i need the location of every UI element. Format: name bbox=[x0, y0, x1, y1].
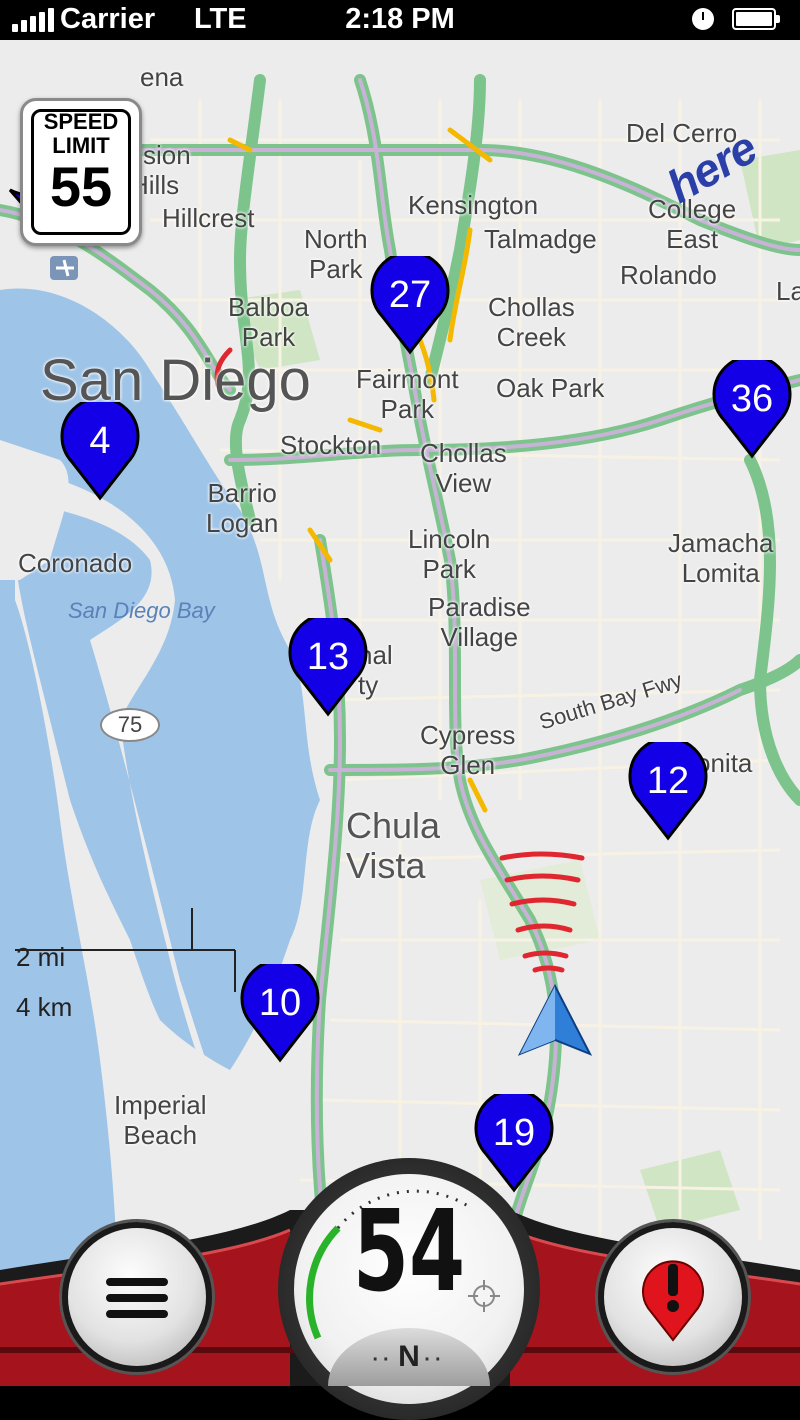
map-label-chula-vista: Chula Vista bbox=[346, 805, 441, 886]
scale-miles: 2 mi bbox=[16, 942, 66, 972]
map-label-barrio-logan: Barrio Logan bbox=[206, 478, 279, 538]
map-marker[interactable]: 27 bbox=[368, 256, 452, 356]
target-icon[interactable] bbox=[466, 1278, 502, 1314]
alert-icon bbox=[642, 1260, 704, 1342]
map-label-paradise-village: Paradise Village bbox=[428, 592, 531, 652]
map-label-cypress-glen: Cypress Glen bbox=[420, 720, 516, 780]
menu-button[interactable] bbox=[62, 1222, 212, 1372]
marker-number: 13 bbox=[306, 636, 350, 678]
heading-label: N bbox=[398, 1340, 420, 1373]
marker-number: 19 bbox=[492, 1112, 536, 1154]
map-label-north-park: North Park bbox=[304, 224, 368, 284]
map-label-kensington: Kensington bbox=[408, 190, 539, 220]
clock-icon bbox=[692, 8, 714, 30]
marker-number: 4 bbox=[89, 420, 111, 462]
speed-limit-line1: SPEED bbox=[43, 109, 119, 134]
map-label-stockton: Stockton bbox=[280, 430, 382, 460]
clock-time: 2:18 PM bbox=[345, 3, 455, 35]
map-marker[interactable]: 13 bbox=[286, 618, 370, 718]
map-label-balboa-park: Balboa Park bbox=[228, 292, 309, 352]
map-marker[interactable]: 12 bbox=[626, 742, 710, 842]
map-label-partial-right: La bbox=[776, 276, 800, 306]
map-label-jamacha-lomita: Jamacha Lomita bbox=[668, 528, 774, 588]
marker-number: 12 bbox=[646, 760, 690, 802]
airport-icon bbox=[50, 256, 78, 280]
map-label-hillcrest: Hillcrest bbox=[162, 203, 255, 233]
map-marker[interactable]: 4 bbox=[58, 402, 142, 502]
map-label-coronado: Coronado bbox=[18, 548, 133, 578]
map-label-oak-park: Oak Park bbox=[496, 373, 605, 403]
speed-limit-sign: SPEED LIMIT 55 bbox=[20, 98, 142, 246]
status-bar: Carrier LTE 2:18 PM bbox=[0, 0, 800, 40]
map-label-rolando: Rolando bbox=[620, 260, 717, 290]
speed-limit-value: 55 bbox=[49, 155, 113, 218]
map-label-chollas-view: Chollas View bbox=[420, 438, 507, 498]
map-label-talmadge: Talmadge bbox=[484, 224, 597, 254]
map-label-partial: ena bbox=[140, 62, 184, 92]
map-marker[interactable]: 10 bbox=[238, 964, 322, 1064]
map-label-chollas-creek: Chollas Creek bbox=[488, 292, 575, 352]
map-label-imperial-beach: Imperial Beach bbox=[114, 1090, 207, 1150]
marker-number: 36 bbox=[730, 378, 774, 420]
marker-number: 27 bbox=[388, 274, 432, 316]
map-marker[interactable]: 36 bbox=[710, 360, 794, 460]
marker-number: 10 bbox=[258, 982, 302, 1024]
map-label-lincoln-park: Lincoln Park bbox=[408, 524, 491, 584]
map-label-fairmont-park: Fairmont Park bbox=[356, 364, 459, 424]
battery-icon bbox=[732, 8, 780, 30]
map-label-san-diego-bay: San Diego Bay bbox=[68, 598, 215, 623]
highway-shield-75: 75 bbox=[100, 708, 160, 742]
report-alert-button[interactable] bbox=[598, 1222, 748, 1372]
scale-kilometers: 4 km bbox=[16, 992, 73, 1022]
